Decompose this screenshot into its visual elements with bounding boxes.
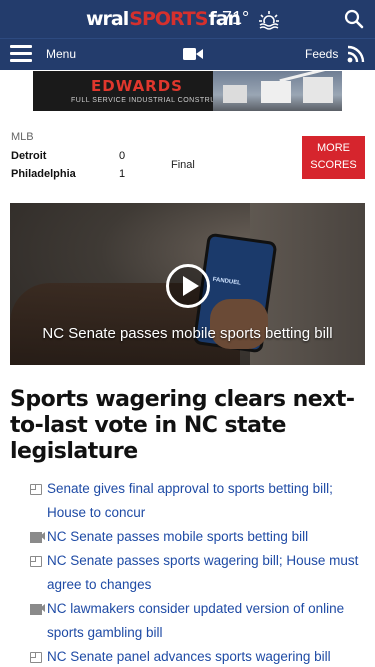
top-header: wral SPORTS fan 71°	[0, 0, 375, 38]
video-icon	[30, 604, 42, 615]
league-label: MLB	[11, 131, 34, 143]
video-thumbnail[interactable]: FANDUEL NC Senate passes mobile sports b…	[10, 203, 365, 365]
more-scores-button[interactable]: MORE SCORES	[302, 136, 365, 179]
team-name[interactable]: Philadelphia	[11, 168, 76, 180]
game-status: Final	[171, 159, 195, 171]
team-score: 0	[119, 150, 126, 162]
related-stories-list: Senate gives final approval to sports be…	[30, 477, 370, 667]
team-name[interactable]: Detroit	[11, 150, 46, 162]
rss-icon[interactable]	[347, 45, 365, 63]
article-icon	[30, 652, 42, 663]
advertisement-banner[interactable]: EDWARDS FULL SERVICE INDUSTRIAL CONSTRUC…	[33, 71, 342, 111]
video-camera-icon[interactable]	[183, 47, 203, 61]
team-score: 1	[119, 168, 126, 180]
related-story-link[interactable]: NC Senate panel advances sports wagering…	[47, 649, 331, 664]
video-icon	[30, 532, 42, 543]
feeds-button[interactable]: Feeds	[305, 47, 338, 61]
list-item[interactable]: Senate gives final approval to sports be…	[30, 477, 370, 525]
wral-sportsfan-logo[interactable]: wral SPORTS fan	[86, 7, 241, 31]
related-story-link[interactable]: NC lawmakers consider updated version of…	[47, 601, 344, 640]
nav-bar: Menu Feeds	[0, 38, 375, 70]
article-headline: Sports wagering clears next-to-last vote…	[10, 387, 355, 464]
related-story-link[interactable]: Senate gives final approval to sports be…	[47, 481, 333, 520]
logo-sports: SPORTS	[129, 8, 208, 30]
temperature[interactable]: 71°	[222, 8, 249, 29]
sunrise-weather-icon[interactable]	[258, 9, 280, 31]
ad-machinery-photo	[213, 71, 342, 111]
list-item[interactable]: NC Senate panel advances sports wagering…	[30, 645, 370, 667]
list-item[interactable]: NC Senate passes mobile sports betting b…	[30, 525, 370, 549]
related-story-link[interactable]: NC Senate passes mobile sports betting b…	[47, 529, 308, 544]
menu-button[interactable]: Menu	[46, 47, 76, 61]
related-story-link[interactable]: NC Senate passes sports wagering bill; H…	[47, 553, 358, 592]
play-icon[interactable]	[166, 264, 210, 308]
list-item[interactable]: NC Senate passes sports wagering bill; H…	[30, 549, 370, 597]
phone-screen-text: FANDUEL	[212, 276, 242, 287]
video-caption: NC Senate passes mobile sports betting b…	[42, 325, 333, 342]
ad-logo: EDWARDS	[91, 77, 183, 95]
article-icon	[30, 556, 42, 567]
hamburger-menu-icon[interactable]	[10, 45, 32, 63]
search-icon[interactable]	[344, 9, 364, 29]
article-icon	[30, 484, 42, 495]
logo-wral: wral	[86, 8, 129, 30]
list-item[interactable]: NC lawmakers consider updated version of…	[30, 597, 370, 645]
